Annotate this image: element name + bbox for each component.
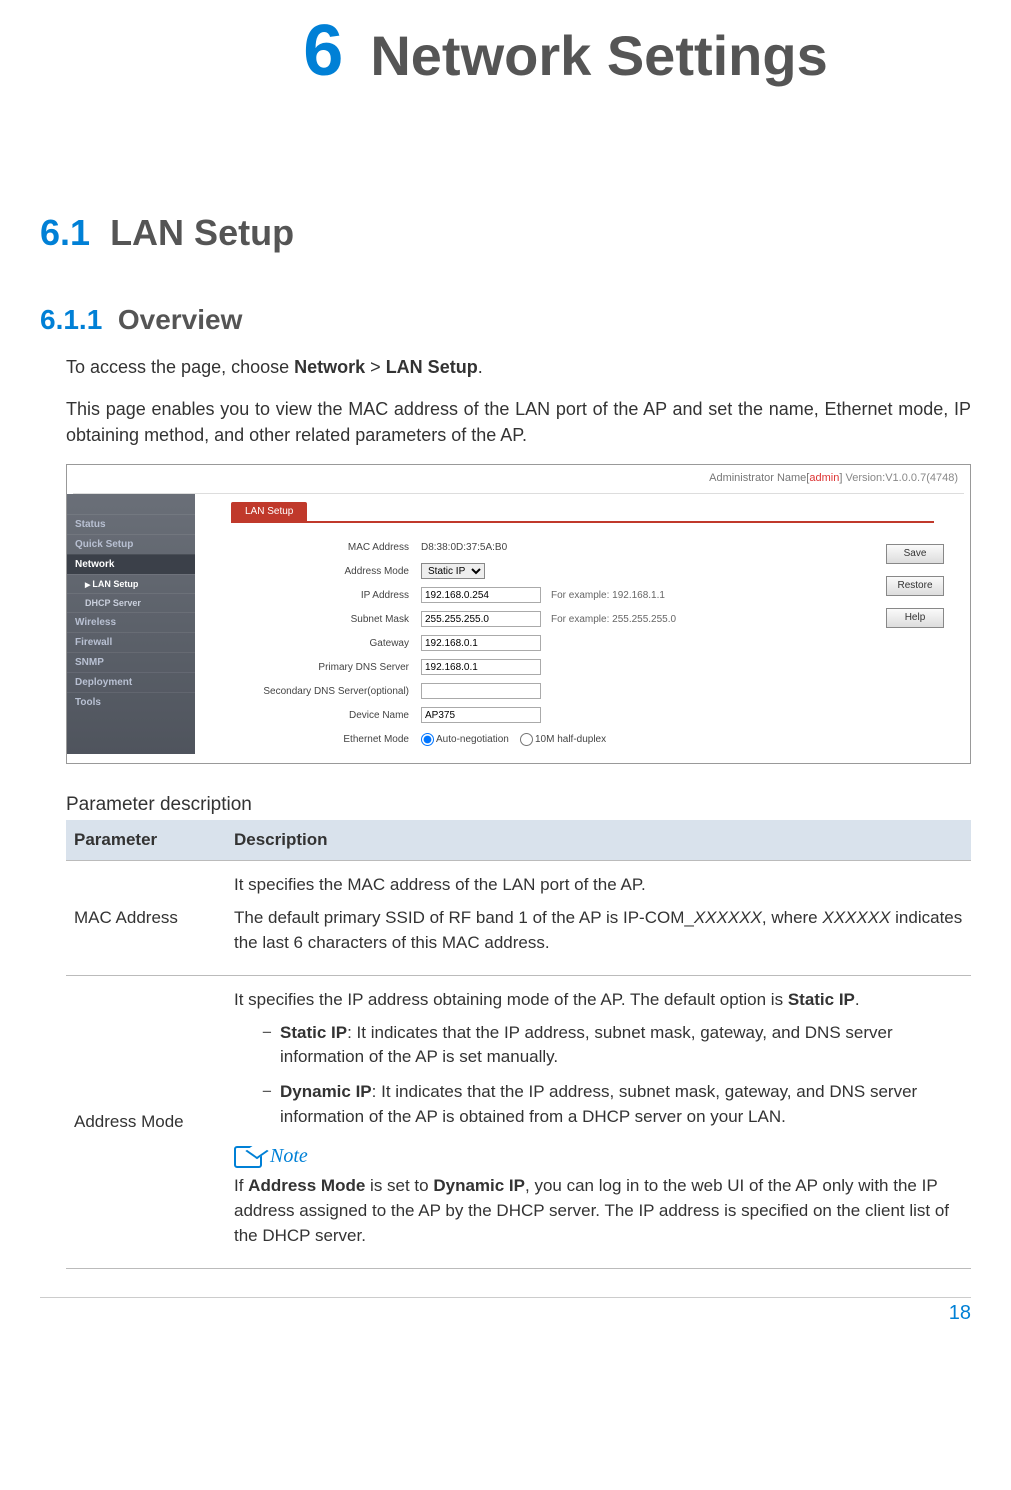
desc-mac-address: It specifies the MAC address of the LAN … (226, 861, 971, 976)
page-number: 18 (40, 1297, 971, 1325)
subsection-title: Overview (118, 304, 243, 335)
ip-address-input[interactable] (421, 587, 541, 603)
ethernet-mode-auto-radio[interactable] (421, 733, 434, 746)
tab-lan-setup[interactable]: LAN Setup (231, 502, 307, 521)
note-icon (234, 1146, 262, 1168)
col-parameter: Parameter (66, 820, 226, 861)
sidebar-item-quick-setup[interactable]: Quick Setup (67, 534, 195, 554)
chapter-title: Network Settings (370, 24, 827, 87)
parameter-description-table: Parameter Description MAC Address It spe… (66, 820, 971, 1269)
note-block: Note If Address Mode is set to Dynamic I… (234, 1145, 963, 1248)
section-6-1-1-heading: 6.1.1 Overview (40, 304, 971, 336)
lan-setup-screenshot: Administrator Name[admin] Version:V1.0.0… (66, 464, 971, 764)
device-name-input[interactable] (421, 707, 541, 723)
restore-button[interactable]: Restore (886, 576, 944, 596)
access-path-paragraph: To access the page, choose Network > LAN… (66, 354, 971, 380)
sidebar-item-snmp[interactable]: SNMP (67, 652, 195, 672)
param-table-caption: Parameter description (66, 794, 971, 816)
mac-address-label: MAC Address (231, 542, 421, 553)
ip-address-label: IP Address (231, 590, 421, 601)
param-mac-address: MAC Address (66, 861, 226, 976)
table-row: MAC Address It specifies the MAC address… (66, 861, 971, 976)
col-description: Description (226, 820, 971, 861)
list-item: Static IP: It indicates that the IP addr… (262, 1021, 963, 1070)
ethernet-mode-label: Ethernet Mode (231, 734, 421, 745)
primary-dns-label: Primary DNS Server (231, 662, 421, 673)
sidebar-item-tools[interactable]: Tools (67, 692, 195, 712)
table-row: Address Mode It specifies the IP address… (66, 976, 971, 1269)
secondary-dns-input[interactable] (421, 683, 541, 699)
screenshot-sidebar: Status Quick Setup Network LAN Setup DHC… (67, 494, 195, 754)
desc-address-mode: It specifies the IP address obtaining mo… (226, 976, 971, 1269)
sidebar-item-wireless[interactable]: Wireless (67, 612, 195, 632)
subnet-mask-hint: For example: 255.255.255.0 (551, 614, 676, 625)
chapter-number: 6 (303, 11, 343, 91)
subnet-mask-input[interactable] (421, 611, 541, 627)
ip-address-hint: For example: 192.168.1.1 (551, 590, 665, 601)
subnet-mask-label: Subnet Mask (231, 614, 421, 625)
sidebar-sub-lan-setup[interactable]: LAN Setup (67, 574, 195, 593)
section-number: 6.1 (40, 212, 90, 253)
help-button[interactable]: Help (886, 608, 944, 628)
chapter-heading: 6 Network Settings (40, 10, 971, 92)
note-label: Note (270, 1145, 308, 1168)
list-item: Dynamic IP: It indicates that the IP add… (262, 1080, 963, 1129)
device-name-label: Device Name (231, 710, 421, 721)
gateway-input[interactable] (421, 635, 541, 651)
secondary-dns-label: Secondary DNS Server(optional) (231, 686, 421, 697)
mac-address-value: D8:38:0D:37:5A:B0 (421, 542, 507, 553)
ethernet-mode-10m-radio[interactable] (520, 733, 533, 746)
screenshot-topbar: Administrator Name[admin] Version:V1.0.0… (67, 465, 970, 493)
param-address-mode: Address Mode (66, 976, 226, 1269)
subsection-number: 6.1.1 (40, 304, 102, 335)
address-mode-label: Address Mode (231, 566, 421, 577)
address-mode-select[interactable]: Static IP (421, 563, 485, 579)
sidebar-item-status[interactable]: Status (67, 514, 195, 534)
sidebar-item-firewall[interactable]: Firewall (67, 632, 195, 652)
sidebar-item-network[interactable]: Network (67, 554, 195, 574)
section-title: LAN Setup (110, 212, 294, 253)
primary-dns-input[interactable] (421, 659, 541, 675)
sidebar-sub-dhcp-server[interactable]: DHCP Server (67, 593, 195, 612)
sidebar-item-deployment[interactable]: Deployment (67, 672, 195, 692)
intro-paragraph-2: This page enables you to view the MAC ad… (66, 396, 971, 448)
gateway-label: Gateway (231, 638, 421, 649)
section-6-1-heading: 6.1 LAN Setup (40, 212, 971, 254)
save-button[interactable]: Save (886, 544, 944, 564)
lan-form: MAC Address D8:38:0D:37:5A:B0 Address Mo… (231, 537, 970, 749)
